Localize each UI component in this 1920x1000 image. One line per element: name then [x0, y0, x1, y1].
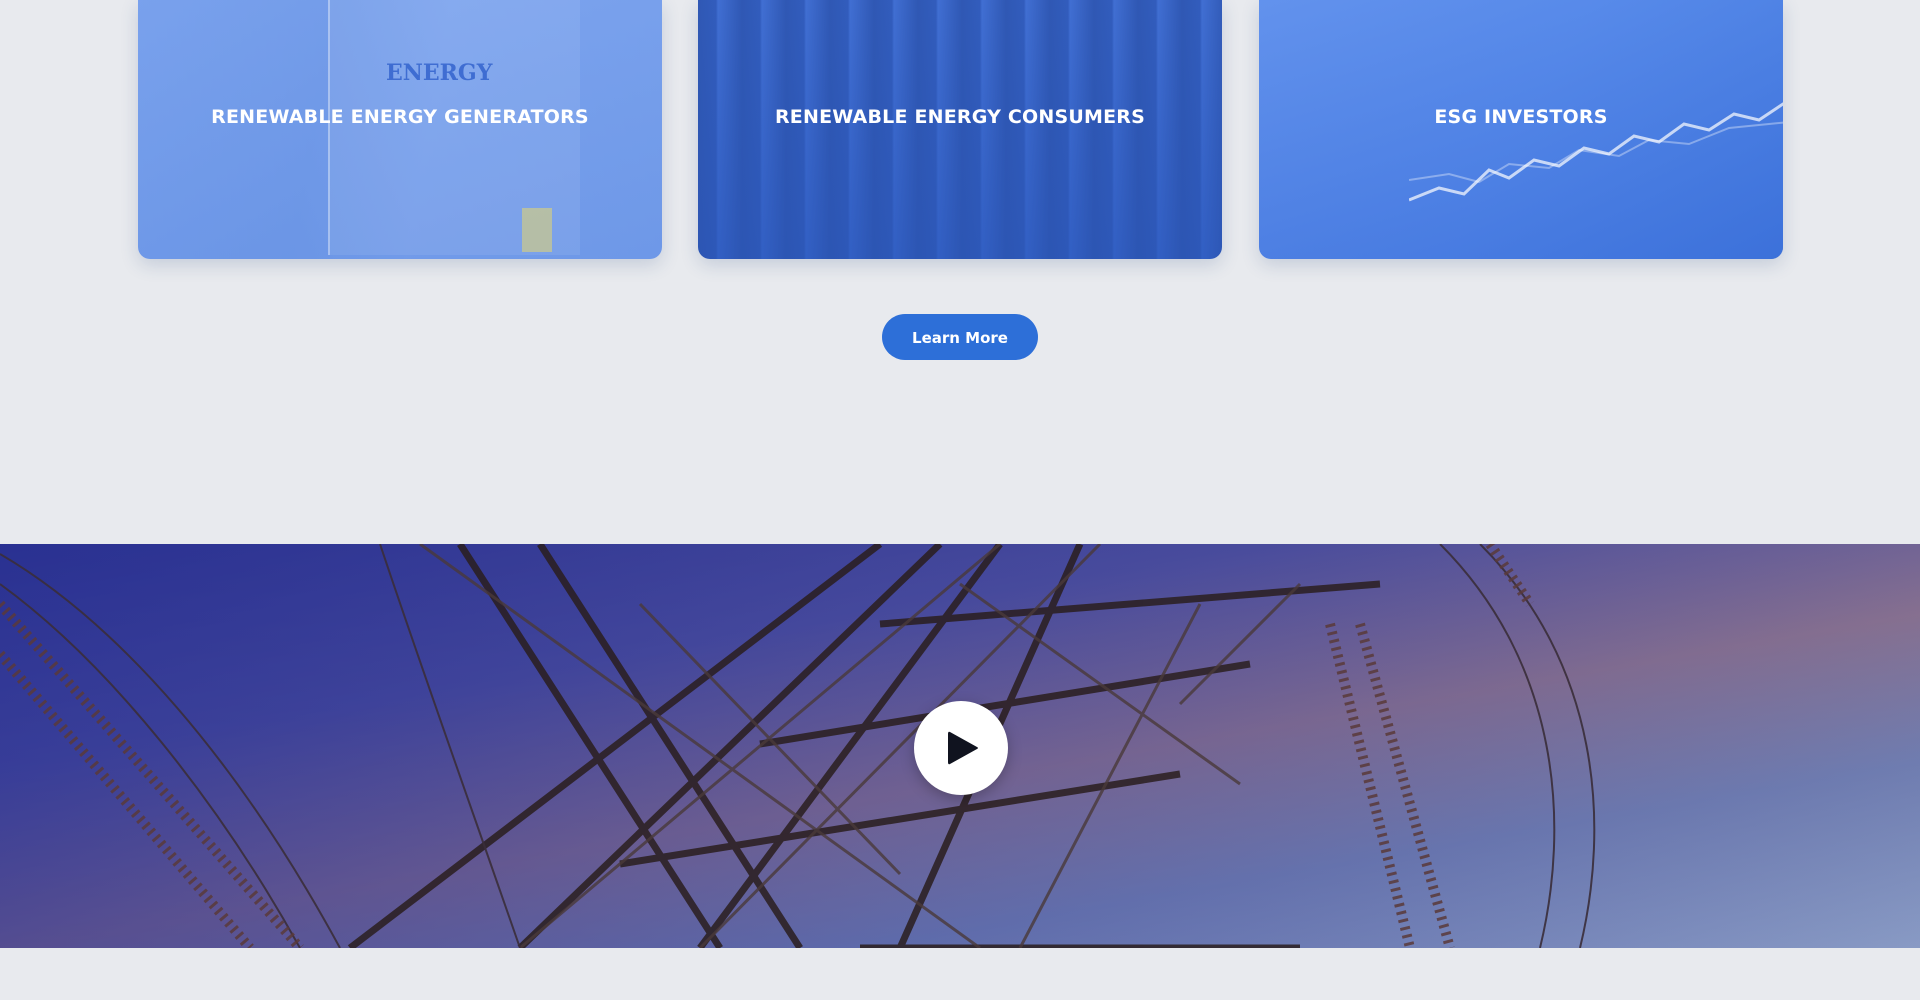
- card-esg-investors[interactable]: ESG INVESTORS: [1259, 0, 1783, 259]
- card-renewable-energy-consumers[interactable]: RENEWABLE ENERGY CONSUMERS: [698, 0, 1222, 259]
- card-renewable-energy-generators[interactable]: ENERGY RENEWABLE ENERGY GENERATORS: [138, 0, 662, 259]
- card-image-data-center: [698, 0, 1222, 259]
- audience-cards: ENERGY RENEWABLE ENERGY GENERATORS RENEW…: [138, 0, 1783, 259]
- cta-wrapper: Learn More: [0, 314, 1920, 360]
- card-title: RENEWABLE ENERGY GENERATORS: [211, 106, 589, 128]
- video-play-button[interactable]: [914, 701, 1008, 795]
- play-icon: [948, 731, 978, 765]
- card-title: RENEWABLE ENERGY CONSUMERS: [774, 106, 1146, 128]
- learn-more-button[interactable]: Learn More: [882, 314, 1038, 360]
- card-title: ESG INVESTORS: [1434, 106, 1608, 128]
- card-image-generators: [138, 0, 662, 259]
- card-image-stock-chart: [1259, 0, 1783, 259]
- page: ENERGY RENEWABLE ENERGY GENERATORS RENEW…: [0, 0, 1920, 1000]
